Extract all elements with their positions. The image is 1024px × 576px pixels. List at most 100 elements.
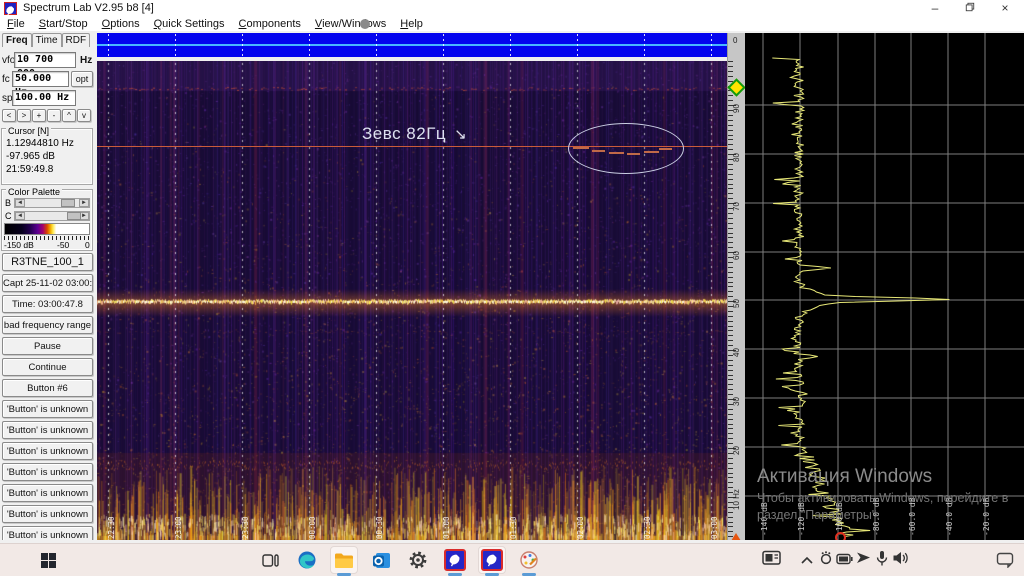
contrast-slider[interactable]: ◄ ► bbox=[14, 211, 90, 221]
overview-tick bbox=[577, 49, 578, 51]
battery-button[interactable] bbox=[836, 552, 853, 570]
ruler-tick bbox=[728, 223, 733, 224]
panel-button[interactable]: 'Button' is unknown bbox=[2, 442, 93, 460]
panel-button[interactable]: 'Button' is unknown bbox=[2, 505, 93, 523]
spectrum-graph[interactable] bbox=[745, 33, 1024, 540]
settings-button[interactable] bbox=[404, 546, 432, 574]
close-button[interactable]: × bbox=[988, 0, 1022, 17]
menu-item[interactable]: View/Windows bbox=[308, 17, 393, 31]
nav-button[interactable]: - bbox=[47, 109, 61, 122]
overview-tick bbox=[309, 39, 310, 41]
widgets-button[interactable] bbox=[762, 550, 782, 571]
palette-gradient bbox=[4, 223, 90, 235]
overview-bar[interactable] bbox=[97, 33, 727, 57]
panel-button[interactable]: 'Button' is unknown bbox=[2, 400, 93, 418]
edge-browser-button[interactable] bbox=[293, 546, 321, 574]
fc-input[interactable]: 50.000 Hz bbox=[12, 71, 69, 98]
ruler-tick bbox=[728, 316, 733, 317]
spectrum-lab-button-1[interactable] bbox=[441, 546, 469, 574]
panel-button[interactable]: Capt 25-11-02 03:00:47 bbox=[2, 274, 93, 292]
ruler-tick bbox=[728, 428, 733, 429]
outlook-button[interactable] bbox=[367, 546, 395, 574]
nav-button[interactable]: > bbox=[17, 109, 31, 122]
spectrum-trace bbox=[772, 57, 950, 537]
sp-input[interactable]: 100.00 Hz bbox=[12, 90, 76, 106]
tray-status-button[interactable] bbox=[818, 550, 834, 571]
nav-button[interactable]: ^ bbox=[62, 109, 76, 122]
palette-title: Color Palette bbox=[6, 187, 63, 197]
minimize-button[interactable]: – bbox=[918, 0, 952, 17]
ruler-tick bbox=[728, 330, 733, 331]
overview-tick bbox=[644, 39, 645, 41]
tab-time[interactable]: Time bbox=[31, 33, 62, 47]
vfo-input[interactable]: 10 700 000 bbox=[14, 52, 76, 79]
ruler-tick bbox=[728, 125, 733, 126]
file-explorer-button[interactable] bbox=[330, 546, 358, 574]
microphone-button[interactable] bbox=[874, 550, 890, 572]
overview-tick bbox=[309, 44, 310, 46]
ruler-tick bbox=[728, 228, 733, 229]
tray-chevron-button[interactable] bbox=[800, 552, 814, 570]
slider-left-arrow-icon[interactable]: ◄ bbox=[15, 199, 25, 207]
nav-button[interactable]: v bbox=[77, 109, 91, 122]
ruler-tick bbox=[728, 242, 733, 243]
panel-button[interactable]: 'Button' is unknown bbox=[2, 484, 93, 502]
slider-right-arrow-icon[interactable]: ► bbox=[79, 199, 89, 207]
panel-button[interactable]: Button #6 bbox=[2, 379, 93, 397]
tab-freq[interactable]: Freq bbox=[2, 33, 32, 47]
fc-opt-button[interactable]: opt bbox=[71, 71, 93, 87]
ruler-tick bbox=[728, 379, 733, 380]
folder-icon bbox=[335, 553, 353, 568]
ruler-tick bbox=[728, 526, 733, 527]
waterfall-time-label: 22:30 bbox=[107, 516, 116, 539]
speaker-icon bbox=[893, 552, 908, 564]
panel-button[interactable]: Pause bbox=[2, 337, 93, 355]
overview-tick bbox=[175, 49, 176, 51]
overview-tick bbox=[644, 49, 645, 51]
ruler-frequency-label: 90 bbox=[732, 104, 741, 113]
restore-button[interactable] bbox=[953, 0, 987, 17]
slider-thumb[interactable] bbox=[61, 199, 75, 207]
nav-button[interactable]: + bbox=[32, 109, 46, 122]
panel-button[interactable]: Continue bbox=[2, 358, 93, 376]
zevs-annotation: Зевс 82Гц ↘ bbox=[362, 124, 467, 144]
ruler-tick bbox=[728, 213, 733, 214]
tab-rdf[interactable]: RDF bbox=[61, 33, 91, 47]
panel-button[interactable]: Time: 03:00:47.8 bbox=[2, 295, 93, 313]
nav-button[interactable]: < bbox=[2, 109, 16, 122]
task-view-button[interactable] bbox=[256, 546, 284, 574]
overview-tick bbox=[443, 44, 444, 46]
menu-item[interactable]: Options bbox=[95, 17, 147, 31]
panel-button[interactable]: bad frequency range bbox=[2, 316, 93, 334]
menu-item[interactable]: Quick Settings bbox=[147, 17, 232, 31]
panel-button[interactable]: R3TNE_100_1 bbox=[2, 253, 93, 271]
ruler-tick bbox=[728, 272, 733, 273]
waterfall-time-label: 03:00 bbox=[710, 516, 719, 539]
volume-button[interactable] bbox=[892, 550, 910, 571]
ruler-tick bbox=[728, 414, 733, 415]
menu-item[interactable]: Help bbox=[393, 17, 430, 31]
ruler-tick bbox=[728, 424, 733, 425]
start-button[interactable] bbox=[34, 546, 62, 574]
brightness-slider[interactable]: ◄ ► bbox=[14, 198, 90, 208]
overview-tick bbox=[443, 34, 444, 36]
overview-tick bbox=[175, 34, 176, 36]
notifications-button[interactable] bbox=[996, 552, 1014, 573]
waterfall-time-label: 02:00 bbox=[576, 516, 585, 539]
slider-thumb[interactable] bbox=[67, 212, 81, 220]
paint-button[interactable] bbox=[515, 546, 543, 574]
ruler-tick bbox=[728, 433, 733, 434]
menu-item[interactable]: Start/Stop bbox=[32, 17, 95, 31]
spectrum-lab-icon bbox=[481, 549, 503, 571]
ruler-tick bbox=[728, 311, 733, 312]
ruler-tick bbox=[728, 262, 733, 263]
airplane-button[interactable] bbox=[856, 550, 872, 571]
menu-item[interactable]: File bbox=[0, 17, 32, 31]
slider-left-arrow-icon[interactable]: ◄ bbox=[15, 212, 25, 220]
ruler-tick bbox=[728, 365, 733, 366]
overview-tick bbox=[309, 49, 310, 51]
menu-item[interactable]: Components bbox=[232, 17, 308, 31]
spectrum-lab-button-2[interactable] bbox=[478, 546, 506, 574]
panel-button[interactable]: 'Button' is unknown bbox=[2, 421, 93, 439]
panel-button[interactable]: 'Button' is unknown bbox=[2, 463, 93, 481]
